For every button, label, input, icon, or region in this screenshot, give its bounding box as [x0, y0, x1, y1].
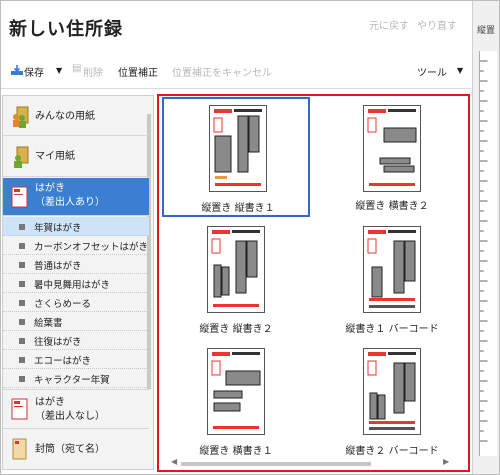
scroll-right-icon[interactable]: ▶ — [443, 457, 449, 466]
shared-paper-icon — [13, 106, 29, 128]
toolbar-divider — [1, 88, 471, 89]
sidebar-subitem-echo[interactable]: エコーはがき — [3, 350, 149, 369]
layout-thumbnail — [363, 226, 421, 313]
sidebar-item-label: はがき （差出人あり） — [35, 183, 105, 208]
sidebar-subitem-reply[interactable]: 往復はがき — [3, 331, 149, 350]
layout-card[interactable]: 縦書き１ バーコード — [318, 220, 466, 340]
sidebar-item-label: マイ用紙 — [35, 151, 75, 162]
save-icon — [11, 65, 23, 75]
sidebar-item-label: みんなの用紙 — [35, 111, 95, 122]
sidebar-subitem-label: 年賀はがき — [34, 223, 82, 234]
scrollbar-thumb[interactable] — [181, 462, 371, 466]
bullet-icon — [19, 338, 25, 344]
sidebar-item-envelope[interactable]: 封筒（宛て名） — [3, 430, 149, 469]
scroll-left-icon[interactable]: ◀ — [171, 457, 177, 466]
preview-panel: 縦置 — [472, 1, 499, 474]
sidebar-subitem-label: エコーはがき — [34, 356, 92, 367]
tools-dropdown-caret-icon[interactable]: ▼ — [457, 66, 463, 75]
layout-card-label: 縦書き１ バーコード — [345, 324, 439, 335]
position-adjust-button[interactable]: 位置補正 — [118, 64, 158, 79]
sidebar-subitem-carbon-offset[interactable]: カーボンオフセットはがき — [3, 236, 149, 255]
tools-menu-button[interactable]: ツール — [417, 64, 447, 79]
bullet-icon — [19, 319, 25, 325]
layout-card-label: 縦置き 横書き２ — [355, 201, 429, 212]
paper-category-sidebar: みんなの用紙 マイ用紙 はがき （差出人あり） 年賀はがき カーボンオフセットは… — [2, 95, 154, 470]
bullet-icon — [19, 243, 25, 249]
layout-thumbnail — [363, 348, 421, 435]
layout-card[interactable]: 縦置き 縦書き２ — [162, 220, 310, 340]
bullet-icon — [19, 224, 25, 230]
sidebar-subitem-label: カーボンオフセットはがき — [34, 242, 149, 253]
bullet-icon — [19, 262, 25, 268]
bullet-icon — [19, 357, 25, 363]
gallery-horizontal-scrollbar[interactable]: ◀ ▶ — [171, 457, 451, 468]
sidebar-item-label: はがき （差出人なし） — [35, 397, 105, 422]
postcard-icon — [11, 398, 28, 420]
sidebar-subitem-summer[interactable]: 暑中見舞用はがき — [3, 274, 149, 293]
layout-card[interactable]: 縦書き２ バーコード — [318, 342, 466, 462]
sidebar-subitem-label: キャラクター年賀 — [34, 375, 110, 386]
layout-card-label: 縦置き 横書き１ — [199, 446, 273, 457]
redo-button[interactable]: やり直す — [417, 17, 457, 32]
save-button[interactable]: 保存 — [24, 64, 44, 79]
bullet-icon — [19, 376, 25, 382]
title-bar: 新しい住所録 元に戻す やり直す — [1, 1, 471, 51]
sidebar-subitem-regular[interactable]: 普通はがき — [3, 255, 149, 274]
app-title: 新しい住所録 — [9, 19, 123, 40]
sidebar-item-postcard-no-sender[interactable]: はがき （差出人なし） — [3, 389, 149, 429]
layout-thumbnail — [207, 226, 265, 313]
vertical-ruler — [479, 51, 497, 456]
save-dropdown-caret-icon[interactable]: ▼ — [56, 66, 62, 75]
sidebar-subitem-label: 絵葉書 — [34, 318, 63, 329]
envelope-icon — [12, 438, 27, 460]
layout-thumbnail — [207, 348, 265, 435]
layout-card[interactable]: 縦置き 縦書き１ — [162, 97, 310, 217]
bullet-icon — [19, 281, 25, 287]
undo-button[interactable]: 元に戻す — [369, 17, 409, 32]
sidebar-subitem-label: 普通はがき — [34, 261, 82, 272]
layout-card[interactable]: 縦置き 横書き１ — [162, 342, 310, 462]
layout-card[interactable]: 縦置き 横書き２ — [318, 99, 466, 219]
toolbar: 保存 ▼ ▤ 削除 位置補正 位置補正をキャンセル ツール ▼ — [1, 54, 471, 86]
trash-icon: ▤ — [72, 63, 82, 74]
sidebar-subitem-label: 暑中見舞用はがき — [34, 280, 111, 291]
my-paper-icon — [14, 146, 29, 168]
sidebar-subitem-picture[interactable]: 絵葉書 — [3, 312, 149, 331]
bullet-icon — [19, 300, 25, 306]
layout-card-label: 縦置き 縦書き１ — [201, 203, 275, 214]
sidebar-item-postcard-with-sender[interactable]: はがき （差出人あり） — [3, 178, 149, 216]
layout-thumbnail — [209, 105, 267, 192]
sidebar-subitem-label: さくらめーる — [34, 299, 92, 310]
postcard-icon — [11, 186, 28, 208]
layout-gallery: 縦置き 縦書き１ 縦置き 横書き２ 縦置き 縦書き２ 縦書き１ バーコード 縦置… — [157, 94, 470, 472]
sidebar-item-my-paper[interactable]: マイ用紙 — [3, 137, 149, 177]
sidebar-item-label: 封筒（宛て名） — [35, 444, 105, 455]
layout-card-label: 縦置き 縦書き２ — [199, 324, 273, 335]
sidebar-subitem-nenga[interactable]: 年賀はがき — [3, 217, 149, 236]
cancel-position-adjust-button[interactable]: 位置補正をキャンセル — [172, 64, 272, 79]
sidebar-item-shared-paper[interactable]: みんなの用紙 — [3, 96, 149, 136]
layout-thumbnail — [363, 105, 421, 192]
preview-panel-label: 縦置 — [477, 26, 496, 36]
delete-button[interactable]: 削除 — [83, 64, 103, 79]
layout-card-label: 縦書き２ バーコード — [345, 446, 439, 457]
sidebar-subitem-label: 往復はがき — [34, 337, 82, 348]
sidebar-subitem-character[interactable]: キャラクター年賀 — [3, 369, 149, 388]
sidebar-subitem-sakura[interactable]: さくらめーる — [3, 293, 149, 312]
